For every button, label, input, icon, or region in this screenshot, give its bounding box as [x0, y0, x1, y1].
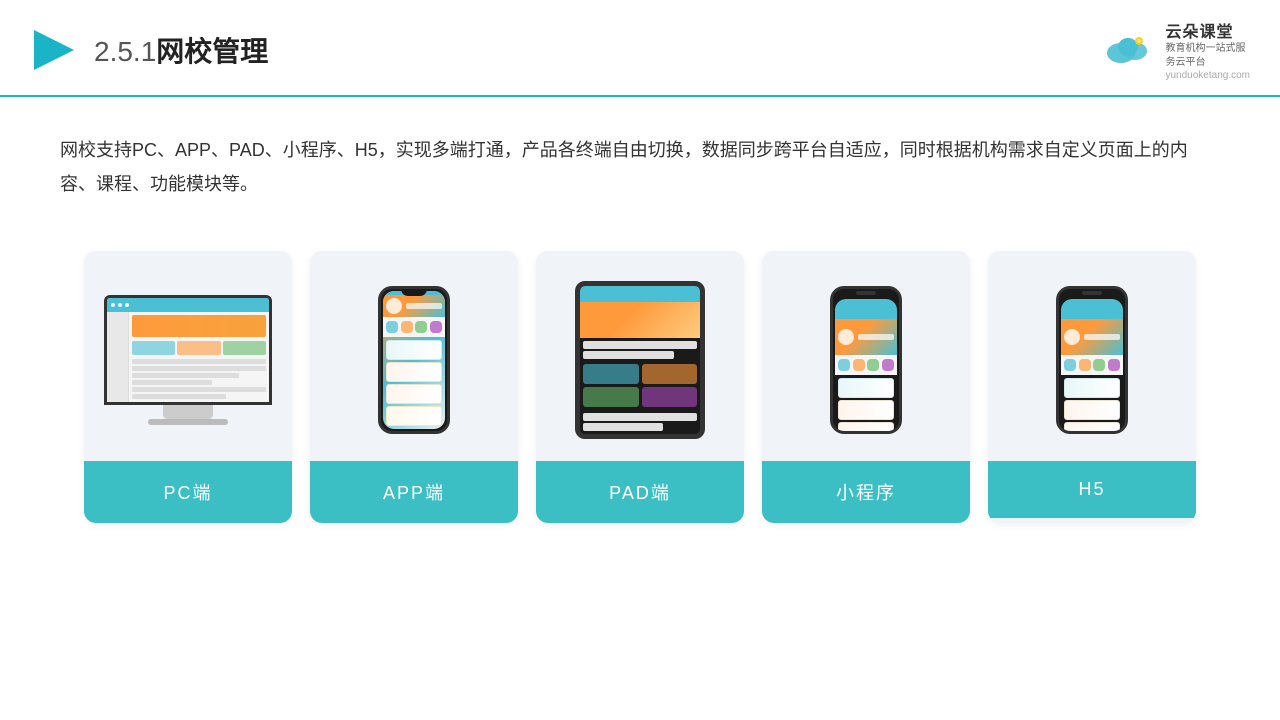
page-header: 2.5.1网校管理 云朵课堂 教育机构一站式服务云平台 yunduoketang…	[0, 0, 1280, 97]
logo-right-text: 云朵课堂 教育机构一站式服务云平台 yunduoketang.com	[1165, 18, 1250, 81]
description-text: 网校支持PC、APP、PAD、小程序、H5，实现多端打通，产品各终端自由切换，数…	[60, 133, 1220, 201]
card-pad-image	[536, 251, 744, 461]
logo-name: 云朵课堂	[1165, 18, 1233, 42]
pc-monitor	[104, 295, 272, 425]
card-pad-label: PAD端	[536, 461, 744, 523]
logo-icon: 云朵课堂 教育机构一站式服务云平台 yunduoketang.com	[1101, 18, 1250, 81]
logo-tagline: 教育机构一站式服务云平台	[1165, 42, 1245, 70]
pad-tablet-wrapper	[575, 281, 705, 439]
pad-tablet	[575, 281, 705, 439]
description-area: 网校支持PC、APP、PAD、小程序、H5，实现多端打通，产品各终端自由切换，数…	[0, 97, 1280, 221]
card-pad[interactable]: PAD端	[536, 251, 744, 523]
card-pc-image	[84, 251, 292, 461]
h5-phone	[1056, 286, 1128, 434]
play-icon	[30, 26, 78, 74]
logo-area: 云朵课堂 教育机构一站式服务云平台 yunduoketang.com	[1101, 18, 1250, 81]
card-pc[interactable]: PC端	[84, 251, 292, 523]
card-h5-image	[988, 251, 1196, 461]
logo-domain: yunduoketang.com	[1165, 70, 1250, 81]
page-title-number: 2.5.1	[94, 36, 156, 67]
card-h5-label: H5	[988, 461, 1196, 518]
card-app[interactable]: APP端	[310, 251, 518, 523]
card-miniprogram-label: 小程序	[762, 461, 970, 523]
card-pc-label: PC端	[84, 461, 292, 523]
cloud-icon	[1101, 31, 1155, 69]
card-miniprogram[interactable]: 小程序	[762, 251, 970, 523]
page-title: 2.5.1网校管理	[94, 30, 268, 70]
card-app-label: APP端	[310, 461, 518, 523]
card-app-image	[310, 251, 518, 461]
header-left: 2.5.1网校管理	[30, 26, 268, 74]
card-h5[interactable]: H5	[988, 251, 1196, 523]
page-title-text: 网校管理	[156, 36, 268, 67]
miniprogram-phone	[830, 286, 902, 434]
cards-container: PC端	[0, 231, 1280, 553]
app-phone	[378, 286, 450, 434]
card-miniprogram-image	[762, 251, 970, 461]
